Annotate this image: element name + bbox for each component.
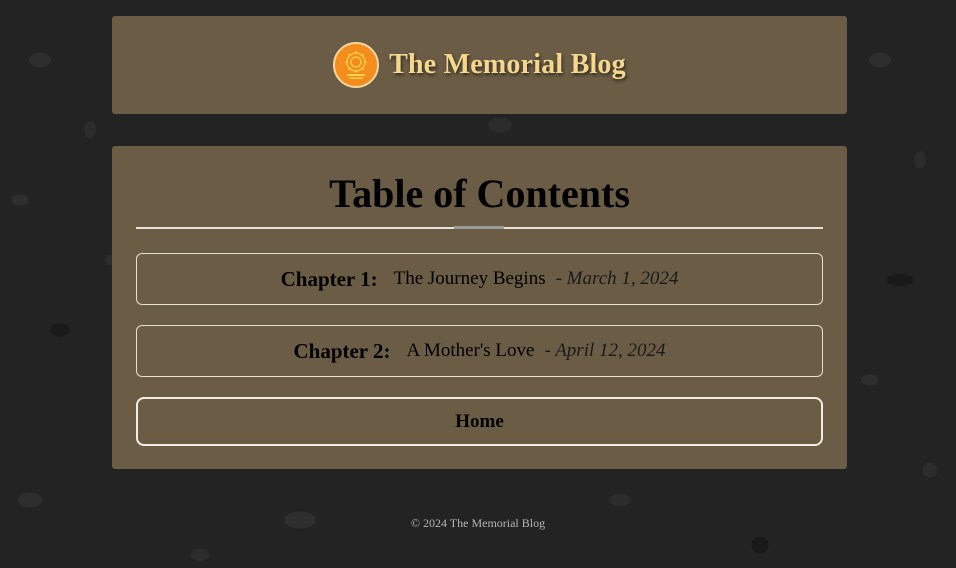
- home-button[interactable]: Home: [136, 397, 823, 446]
- sunflower-logo-icon[interactable]: [333, 42, 380, 88]
- footer-copyright: © 2024 The Memorial Blog: [410, 516, 546, 530]
- chapter-number: Chapter 1:: [280, 266, 378, 291]
- chapter-date: - April 12, 2024: [544, 340, 666, 361]
- chapter-name: The Journey Begins: [393, 268, 546, 289]
- table-of-contents-panel: Table of Contents Chapter 1: The Journey…: [112, 146, 847, 469]
- site-title[interactable]: The Memorial Blog: [389, 49, 626, 81]
- page-title: Table of Contents: [329, 171, 630, 216]
- chapter-link-1[interactable]: Chapter 1: The Journey Begins - March 1,…: [136, 253, 823, 305]
- chapter-number: Chapter 2:: [293, 338, 391, 363]
- title-divider: [136, 226, 823, 229]
- chapter-name: A Mother's Love: [406, 340, 535, 361]
- chapter-date: - March 1, 2024: [555, 268, 679, 289]
- chapter-link-2[interactable]: Chapter 2: A Mother's Love - April 12, 2…: [136, 325, 823, 377]
- site-header: The Memorial Blog: [112, 16, 847, 114]
